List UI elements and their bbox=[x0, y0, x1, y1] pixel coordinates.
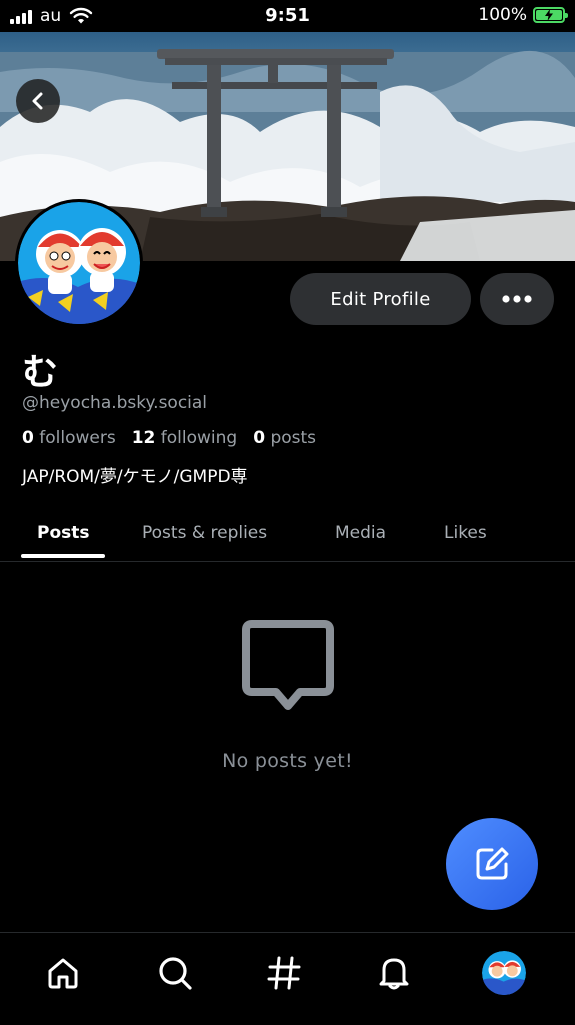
message-bubble-icon bbox=[241, 620, 334, 710]
back-button[interactable] bbox=[16, 79, 60, 123]
ellipsis-icon bbox=[502, 295, 532, 303]
status-bar: au 9:51 100% bbox=[0, 0, 575, 32]
profile-avatar-small bbox=[482, 951, 526, 995]
edit-profile-button[interactable]: Edit Profile bbox=[290, 273, 471, 325]
nav-notifications[interactable] bbox=[372, 951, 416, 995]
bottom-navigation bbox=[0, 932, 575, 1025]
nav-feeds[interactable] bbox=[262, 951, 306, 995]
search-icon bbox=[159, 957, 192, 990]
battery-icon bbox=[533, 7, 568, 23]
display-name: む bbox=[22, 352, 59, 393]
tab-media[interactable]: Media bbox=[335, 505, 386, 561]
profile-bio: JAP/ROM/夢/ケモノ/GMPD専 bbox=[22, 467, 248, 487]
nav-home[interactable] bbox=[41, 951, 85, 995]
tab-likes[interactable]: Likes bbox=[444, 505, 487, 561]
empty-state-message: No posts yet! bbox=[222, 750, 353, 772]
empty-state: No posts yet! bbox=[0, 620, 575, 772]
posts-stat: 0 posts bbox=[253, 428, 317, 448]
tab-posts[interactable]: Posts bbox=[37, 505, 90, 561]
nav-profile[interactable] bbox=[482, 951, 526, 995]
home-icon bbox=[48, 958, 78, 989]
followers-stat[interactable]: 0 followers bbox=[22, 428, 116, 448]
tab-posts-and-replies[interactable]: Posts & replies bbox=[142, 505, 267, 561]
compose-icon bbox=[476, 847, 509, 880]
more-options-button[interactable] bbox=[480, 273, 554, 325]
battery-percent: 100% bbox=[478, 5, 527, 25]
notifications-bell-icon bbox=[379, 958, 409, 990]
compose-post-button[interactable] bbox=[446, 818, 538, 910]
nav-search[interactable] bbox=[153, 951, 197, 995]
feeds-hashtag-icon bbox=[267, 956, 301, 990]
profile-stats: 0 followers 12 following 0 posts bbox=[22, 428, 316, 448]
active-tab-indicator bbox=[21, 554, 105, 558]
following-stat[interactable]: 12 following bbox=[132, 428, 238, 448]
chevron-left-icon bbox=[32, 92, 43, 110]
profile-avatar[interactable] bbox=[15, 199, 143, 327]
user-handle: @heyocha.bsky.social bbox=[22, 393, 208, 413]
